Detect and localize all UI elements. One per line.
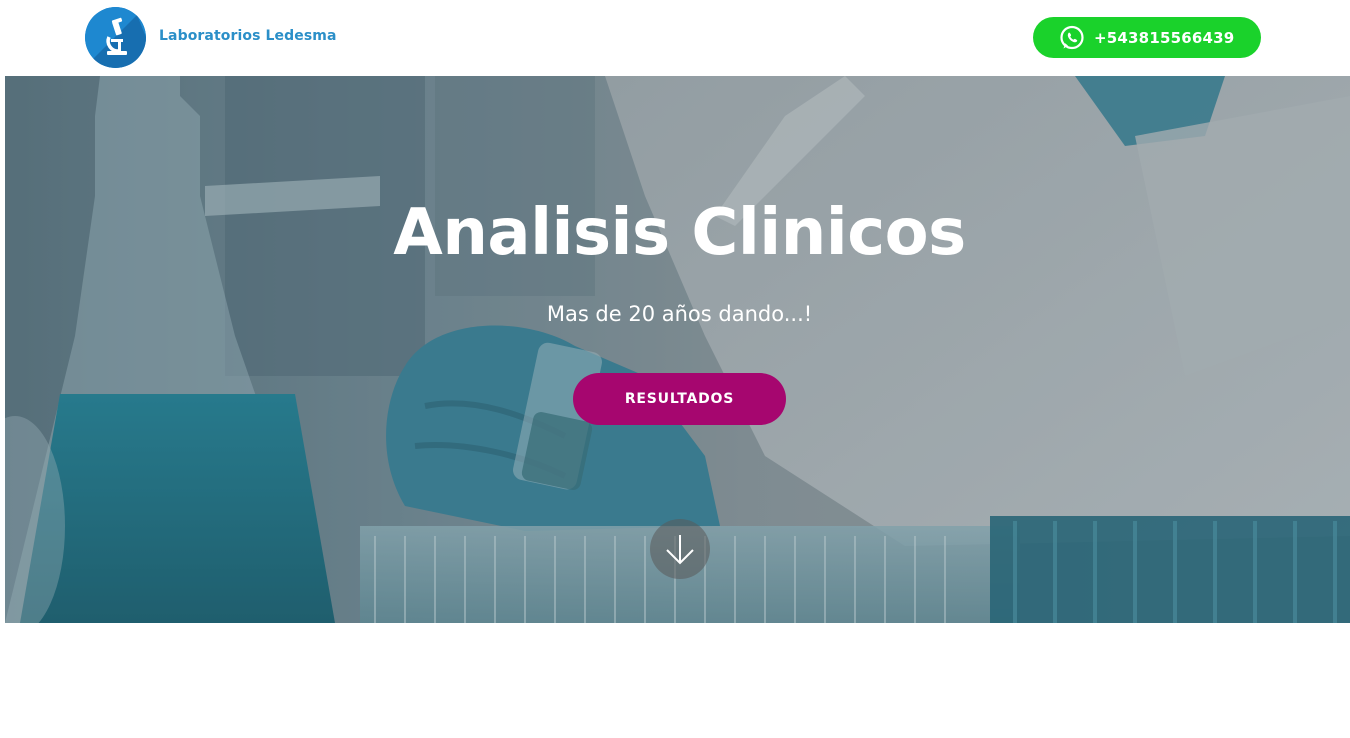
top-navbar: Laboratorios Ledesma +543815566439 xyxy=(0,0,1350,76)
resultados-button[interactable]: RESULTADOS xyxy=(573,373,786,425)
hero-section: Analisis Clinicos Mas de 20 años dando..… xyxy=(5,76,1350,623)
brand-name[interactable]: Laboratorios Ledesma xyxy=(159,28,337,44)
hero-subtitle: Mas de 20 años dando...! xyxy=(546,302,813,326)
arrow-down-icon xyxy=(666,535,694,565)
whatsapp-icon xyxy=(1059,25,1085,51)
logo[interactable] xyxy=(85,7,146,68)
whatsapp-number: +543815566439 xyxy=(1094,28,1235,47)
microscope-icon xyxy=(85,7,146,68)
scroll-down-button[interactable] xyxy=(650,519,710,579)
hero-title: Analisis Clinicos xyxy=(393,196,966,270)
whatsapp-button[interactable]: +543815566439 xyxy=(1033,17,1261,58)
